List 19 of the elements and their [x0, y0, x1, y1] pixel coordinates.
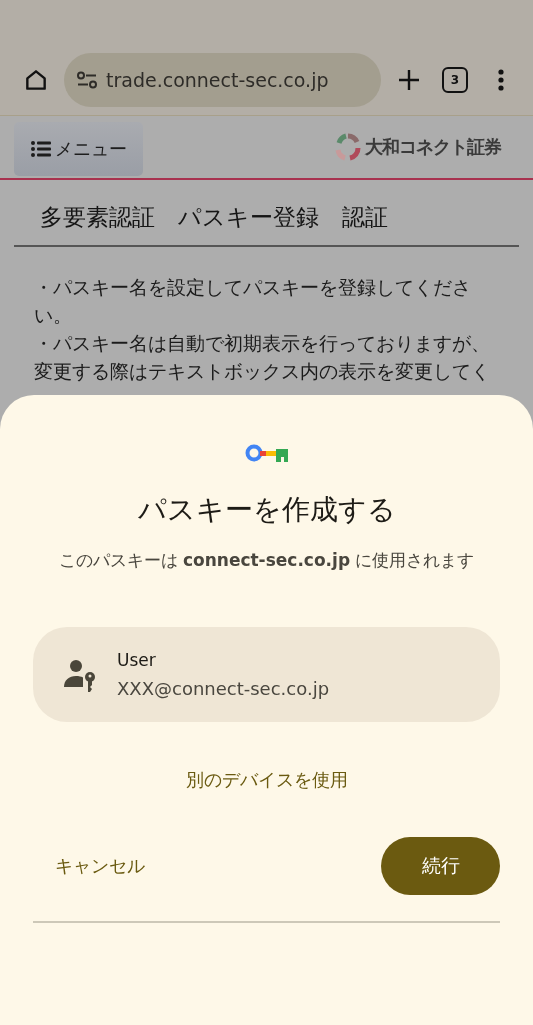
sheet-title: パスキーを作成する — [137, 492, 396, 528]
address-bar[interactable]: trade.connect-sec.co.jp — [64, 53, 381, 107]
sheet-subtitle: このパスキーは connect-sec.co.jp に使用されます — [58, 549, 475, 572]
passkey-icon — [244, 443, 289, 463]
instruction-text: ・パスキー名は自動で初期表示を行っておりますが、変更する際はテキストボックス内の表示を変更してく — [33, 331, 491, 384]
instruction-text: ・パスキー名を設定してパスキーを登録してください。 — [33, 275, 472, 328]
cancel-button[interactable]: キャンセル — [33, 842, 167, 890]
tab-count[interactable]: 3 — [442, 67, 468, 93]
continue-button[interactable]: 続行 — [381, 837, 500, 895]
menu-button[interactable]: メニュー — [14, 122, 143, 176]
site-settings-icon[interactable] — [76, 71, 98, 89]
logo-icon — [335, 133, 361, 161]
list-icon — [30, 141, 51, 157]
page-heading: 多要素認証 パスキー登録 認証 — [14, 180, 519, 247]
account-email: XXX@connect-sec.co.jp — [117, 678, 330, 699]
account-card[interactable]: User XXX@connect-sec.co.jp — [33, 627, 500, 722]
account-name: User — [117, 650, 157, 670]
other-device-link[interactable]: 別のデバイスを使用 — [185, 768, 348, 792]
logo-text: 大和コネクト証券 — [365, 135, 501, 159]
